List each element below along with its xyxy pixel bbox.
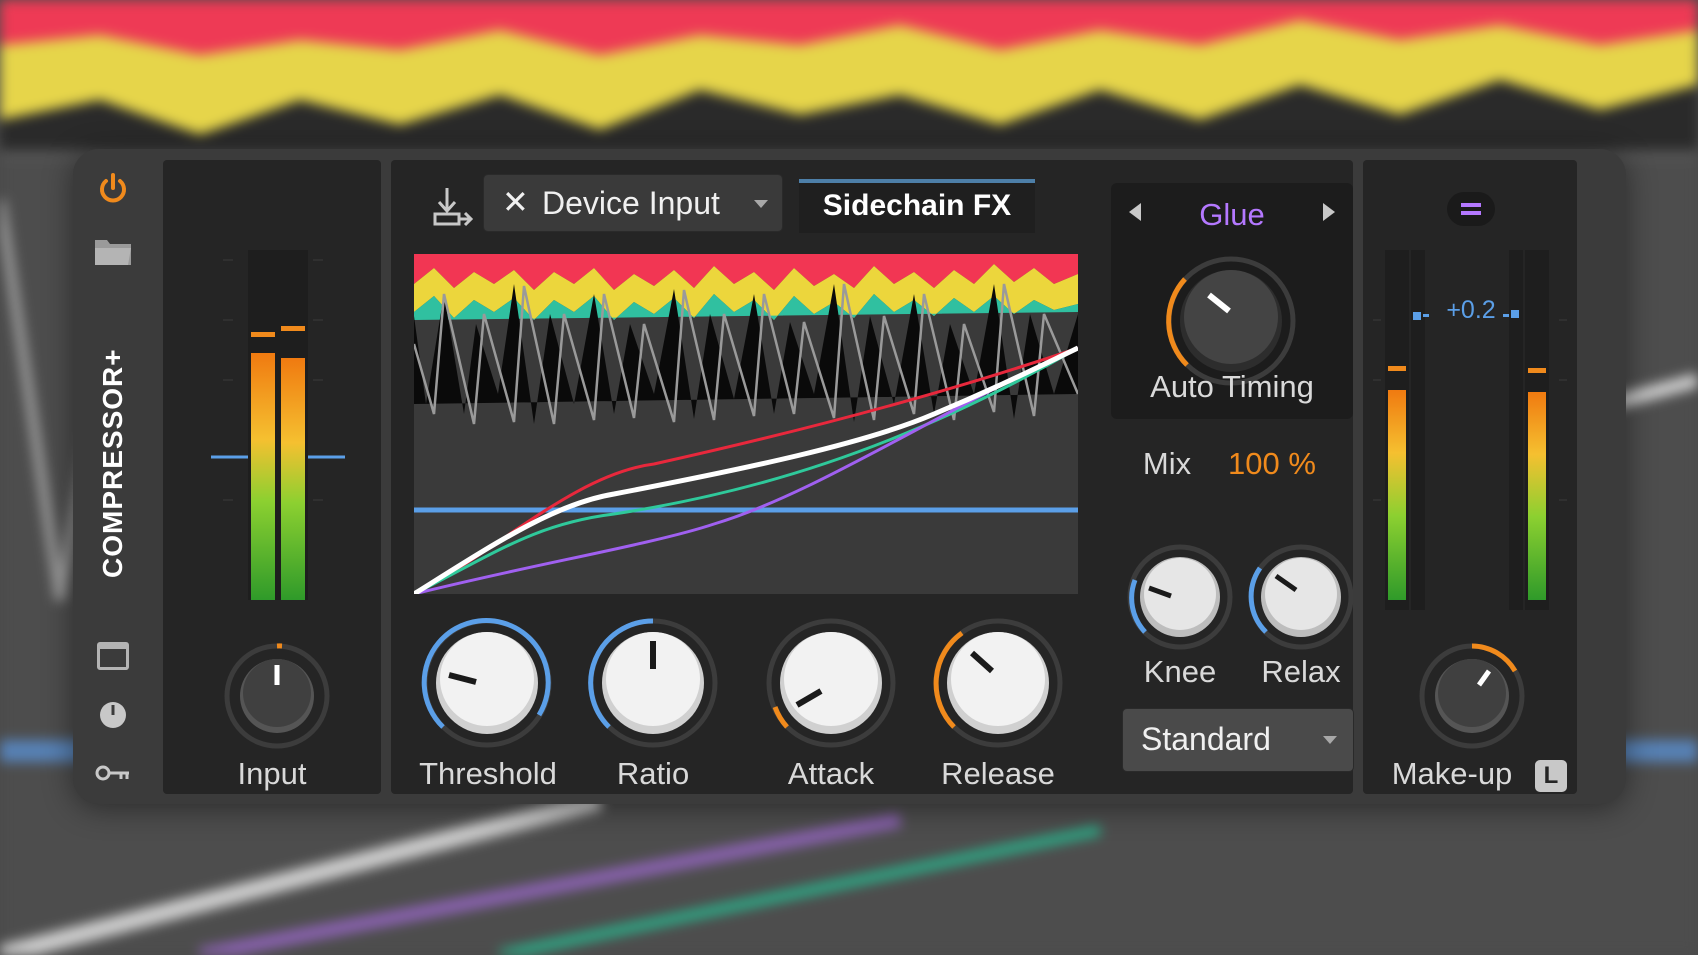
chevron-down-icon bbox=[1323, 736, 1337, 744]
power-icon[interactable] bbox=[93, 169, 133, 209]
input-level-meter bbox=[211, 250, 345, 600]
sidechain-source-label: Device Input bbox=[542, 185, 720, 221]
next-preset-icon[interactable] bbox=[1323, 203, 1335, 221]
ratio-label: Ratio bbox=[616, 756, 690, 791]
input-knob-label: Input bbox=[237, 756, 307, 791]
main-panel: ✕ Device Input Sidechain FX Threshold Ra… bbox=[391, 160, 1356, 794]
sidechain-fx-label: Sidechain FX bbox=[822, 189, 1012, 222]
output-level-meter bbox=[1373, 250, 1567, 610]
mode-dropdown-value: Standard bbox=[1141, 721, 1271, 757]
output-panel: +0.2 Make-up L bbox=[1363, 160, 1577, 794]
makeup-knob[interactable] bbox=[1417, 641, 1527, 751]
window-icon[interactable] bbox=[93, 636, 133, 676]
chevron-down-icon bbox=[754, 200, 768, 208]
mix-label: Mix bbox=[1142, 446, 1192, 481]
release-label: Release bbox=[941, 756, 1055, 791]
preset-name: Glue bbox=[1199, 197, 1265, 232]
input-knob[interactable] bbox=[222, 641, 332, 751]
threshold-label: Threshold bbox=[419, 756, 557, 791]
makeup-label: Make-up bbox=[1391, 756, 1513, 791]
attack-label: Attack bbox=[787, 756, 875, 791]
auto-timing-label: Auto Timing bbox=[1150, 369, 1314, 404]
modulator-icon[interactable] bbox=[93, 695, 133, 735]
threshold-knob[interactable] bbox=[419, 615, 555, 751]
folder-icon[interactable] bbox=[93, 231, 133, 271]
compressor-device: COMPRESSOR+ Input ✕ Device Input Sidecha… bbox=[73, 149, 1626, 804]
attack-knob[interactable] bbox=[763, 615, 899, 751]
character-section: Glue Auto Timing bbox=[1111, 183, 1353, 419]
sidechain-source-dropdown[interactable]: ✕ Device Input bbox=[483, 174, 783, 232]
input-panel: Input bbox=[163, 160, 381, 794]
knee-knob[interactable] bbox=[1125, 542, 1235, 652]
close-icon[interactable]: ✕ bbox=[502, 183, 529, 221]
compression-display bbox=[414, 254, 1078, 594]
mix-value[interactable]: 100 % bbox=[1217, 446, 1327, 482]
key-icon[interactable] bbox=[93, 753, 133, 793]
release-knob[interactable] bbox=[930, 615, 1066, 751]
relax-label: Relax bbox=[1261, 654, 1341, 689]
sidechain-fx-button[interactable]: Sidechain FX bbox=[799, 179, 1035, 233]
relax-knob[interactable] bbox=[1246, 542, 1356, 652]
ratio-knob[interactable] bbox=[585, 615, 721, 751]
gain-reduction-readout: +0.2 bbox=[1446, 296, 1496, 324]
mode-dropdown[interactable]: Standard bbox=[1122, 708, 1354, 772]
lock-button[interactable]: L bbox=[1535, 760, 1567, 792]
device-strip: COMPRESSOR+ bbox=[73, 149, 153, 804]
knee-label: Knee bbox=[1143, 654, 1217, 689]
sidechain-insert-icon[interactable] bbox=[427, 184, 474, 230]
